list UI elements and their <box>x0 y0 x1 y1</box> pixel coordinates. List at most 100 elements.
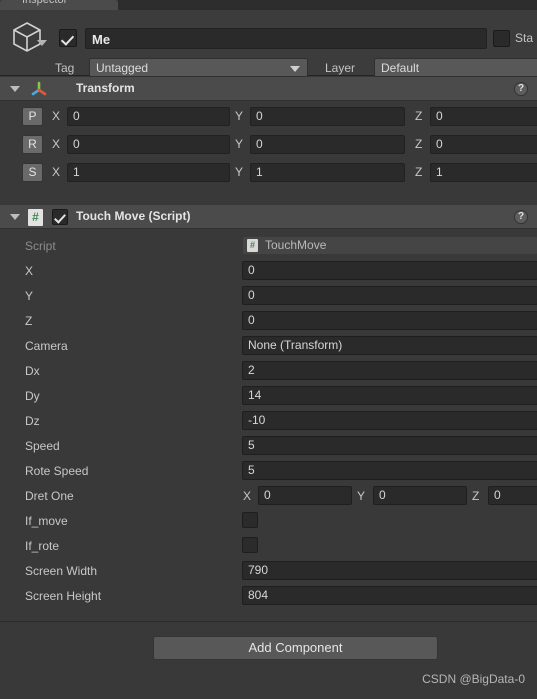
property-row-script: Script TouchMove # <box>0 234 537 259</box>
prefab-caret-icon[interactable] <box>37 40 47 46</box>
help-icon[interactable]: ? <box>514 82 528 96</box>
property-row-screen-height: Screen Height 804 <box>0 584 537 609</box>
rotation-x-input[interactable]: 0 <box>67 135 230 154</box>
chevron-down-icon <box>290 66 300 72</box>
layer-value: Default <box>381 61 420 75</box>
tag-label: Tag <box>55 61 75 75</box>
layer-label: Layer <box>325 61 356 75</box>
watermark-text: CSDN @BigData-0 <box>422 672 525 686</box>
transform-rotation-row: R X 0 Y 0 Z 0 <box>0 132 537 158</box>
y-input[interactable]: 0 <box>242 286 537 305</box>
transform-title: Transform <box>76 81 135 95</box>
screen-width-label: Screen Width <box>25 564 98 578</box>
tab-inspector[interactable]: Inspector <box>0 0 118 10</box>
rotation-y-input[interactable]: 0 <box>250 135 405 154</box>
scale-x-axis-label: X <box>52 165 61 179</box>
dy-input[interactable]: 14 <box>242 386 537 405</box>
rotation-x-axis-label: X <box>52 137 61 151</box>
position-y-axis-label: Y <box>235 109 244 123</box>
rotation-z-axis-label: Z <box>415 137 423 151</box>
rote-speed-input[interactable]: 5 <box>242 461 537 480</box>
tab-inspector-label: Inspector <box>22 0 68 6</box>
property-row-rote-speed: Rote Speed 5 <box>0 459 537 484</box>
tag-value: Untagged <box>96 61 149 75</box>
if-rote-label: If_rote <box>25 539 60 553</box>
property-row-dz: Dz -10 <box>0 409 537 434</box>
screen-width-input[interactable]: 790 <box>242 561 537 580</box>
property-row-if-move: If_move <box>0 509 537 534</box>
add-component-button[interactable]: Add Component <box>153 636 438 660</box>
static-checkbox[interactable] <box>493 30 510 47</box>
dz-label: Dz <box>25 414 40 428</box>
z-label: Z <box>25 314 33 328</box>
static-label: Sta <box>515 31 534 45</box>
rotation-z-input[interactable]: 0 <box>430 135 537 154</box>
position-x-axis-label: X <box>52 109 61 123</box>
touch-move-foldout-caret-icon[interactable] <box>10 214 20 220</box>
csharp-script-icon: # <box>247 239 258 252</box>
position-z-input[interactable]: 0 <box>430 107 537 126</box>
property-row-z: Z 0 <box>0 309 537 334</box>
dret-one-x-axis-label: X <box>243 489 252 503</box>
script-object-field[interactable]: TouchMove <box>242 236 537 255</box>
property-row-dy: Dy 14 <box>0 384 537 409</box>
gameobject-header: Me Sta Tag Untagged Layer Default <box>0 10 537 77</box>
if-move-label: If_move <box>25 514 68 528</box>
scale-y-input[interactable]: 1 <box>250 163 405 182</box>
dret-one-x-input[interactable]: 0 <box>258 486 352 505</box>
transform-position-row: P X 0 Y 0 Z 0 <box>0 104 537 130</box>
gameobject-name-input[interactable]: Me <box>85 28 487 49</box>
help-icon[interactable]: ? <box>514 210 528 224</box>
dret-one-z-input[interactable]: 0 <box>488 486 537 505</box>
rotation-prefix-button[interactable]: R <box>22 135 43 154</box>
touch-move-body: Script TouchMove # X 0 Y 0 Z 0 Camera No… <box>0 230 537 621</box>
y-label: Y <box>25 289 34 303</box>
dz-input[interactable]: -10 <box>242 411 537 430</box>
gameobject-active-checkbox[interactable] <box>59 29 77 47</box>
z-input[interactable]: 0 <box>242 311 537 330</box>
transform-component: Transform ? P X 0 Y 0 Z 0 R X 0 Y 0 Z 0 … <box>0 77 537 205</box>
transform-gizmo-icon <box>30 81 48 97</box>
inspector-footer: Add Component CSDN @BigData-0 <box>0 622 537 699</box>
scale-z-input[interactable]: 1 <box>430 163 537 182</box>
tag-dropdown[interactable]: Untagged <box>89 58 308 77</box>
scale-prefix-button[interactable]: S <box>22 163 43 182</box>
cube-icon[interactable] <box>8 18 46 56</box>
speed-input[interactable]: 5 <box>242 436 537 455</box>
dret-one-z-axis-label: Z <box>472 489 480 503</box>
rote-speed-label: Rote Speed <box>25 464 89 478</box>
position-prefix-button[interactable]: P <box>22 107 43 126</box>
csharp-script-icon: # <box>28 209 43 226</box>
touch-move-title: Touch Move (Script) <box>76 209 191 223</box>
position-y-input[interactable]: 0 <box>250 107 405 126</box>
dx-label: Dx <box>25 364 40 378</box>
layer-dropdown[interactable]: Default <box>374 58 537 77</box>
property-row-camera: Camera None (Transform) <box>0 334 537 359</box>
dx-input[interactable]: 2 <box>242 361 537 380</box>
touch-move-enabled-checkbox[interactable] <box>52 209 68 225</box>
screen-height-label: Screen Height <box>25 589 102 603</box>
transform-scale-row: S X 1 Y 1 Z 1 <box>0 160 537 186</box>
speed-label: Speed <box>25 439 60 453</box>
touch-move-header[interactable]: # Touch Move (Script) ? <box>0 205 537 229</box>
property-row-speed: Speed 5 <box>0 434 537 459</box>
dret-one-y-input[interactable]: 0 <box>373 486 467 505</box>
if-rote-checkbox[interactable] <box>242 537 258 553</box>
scale-z-axis-label: Z <box>415 165 423 179</box>
touch-move-script-component: # Touch Move (Script) ? Script TouchMove… <box>0 205 537 621</box>
dret-one-y-axis-label: Y <box>357 489 366 503</box>
property-row-if-rote: If_rote <box>0 534 537 559</box>
position-z-axis-label: Z <box>415 109 423 123</box>
scale-x-input[interactable]: 1 <box>67 163 230 182</box>
dret-one-label: Dret One <box>25 489 74 503</box>
camera-object-field[interactable]: None (Transform) <box>242 336 537 355</box>
x-input[interactable]: 0 <box>242 261 537 280</box>
if-move-checkbox[interactable] <box>242 512 258 528</box>
transform-header[interactable]: Transform ? <box>0 77 537 101</box>
position-x-input[interactable]: 0 <box>67 107 230 126</box>
dy-label: Dy <box>25 389 40 403</box>
inspector-tab-strip: Inspector <box>0 0 537 10</box>
screen-height-input[interactable]: 804 <box>242 586 537 605</box>
property-row-x: X 0 <box>0 259 537 284</box>
transform-foldout-caret-icon[interactable] <box>10 86 20 92</box>
